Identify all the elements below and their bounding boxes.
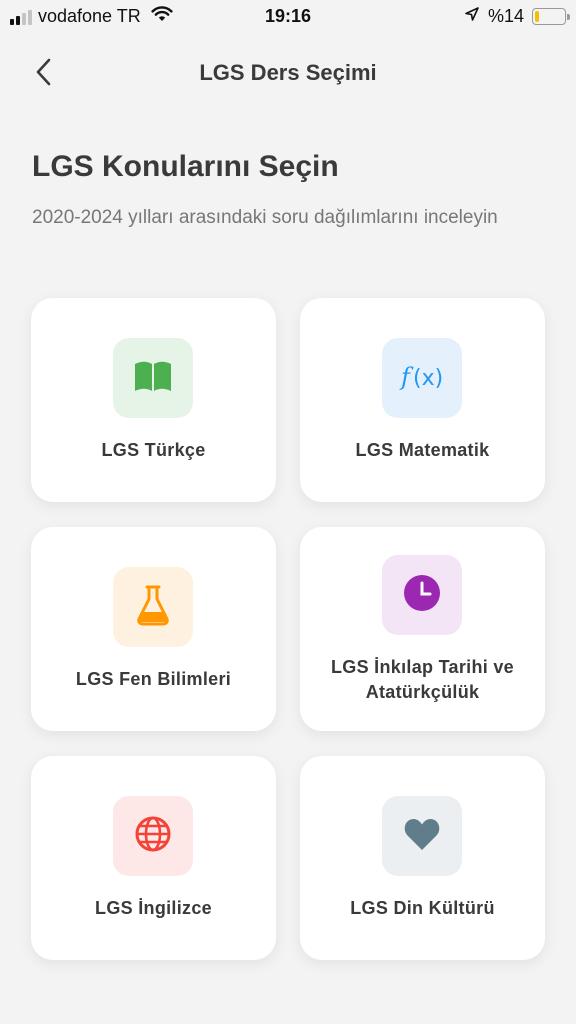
subject-label: LGS İngilizce bbox=[95, 898, 212, 918]
battery-icon bbox=[532, 8, 570, 25]
subject-icon-tile: f (x) bbox=[382, 338, 462, 418]
subject-icon-tile bbox=[113, 796, 193, 876]
flask-icon bbox=[135, 584, 171, 631]
subject-label: LGS Fen Bilimleri bbox=[75, 669, 232, 689]
status-right: %14 bbox=[464, 6, 570, 27]
subject-label: LGS Matematik bbox=[355, 440, 490, 460]
subject-card-din-kulturu[interactable]: LGS Din Kültürü bbox=[300, 756, 545, 960]
subject-card-matematik[interactable]: f (x) LGS Matematik bbox=[300, 298, 545, 502]
svg-text:f: f bbox=[399, 363, 414, 391]
subject-icon-tile bbox=[382, 796, 462, 876]
subject-card-ingilizce[interactable]: LGS İngilizce bbox=[31, 756, 276, 960]
status-bar: vodafone TR 19:16 %14 bbox=[0, 0, 576, 34]
page-title: LGS Konularını Seçin bbox=[32, 150, 339, 183]
page-subtitle: 2020-2024 yılları arasındaki soru dağılı… bbox=[32, 207, 498, 228]
subject-card-fen-bilimleri[interactable]: LGS Fen Bilimleri bbox=[31, 527, 276, 731]
subject-icon-tile bbox=[382, 555, 462, 635]
function-icon: f (x) bbox=[399, 359, 445, 398]
globe-icon bbox=[134, 815, 172, 858]
subject-icon-tile bbox=[113, 338, 193, 418]
subject-grid: LGS Türkçe f (x) LGS Matematik LGS Fen B… bbox=[31, 298, 545, 960]
subject-card-turkce[interactable]: LGS Türkçe bbox=[31, 298, 276, 502]
battery-percent: %14 bbox=[487, 6, 524, 26]
chevron-left-icon bbox=[34, 57, 54, 92]
battery-fill bbox=[535, 11, 539, 22]
subject-icon-tile bbox=[113, 567, 193, 647]
clock-icon bbox=[403, 574, 441, 617]
subject-label: LGS Türkçe bbox=[101, 440, 206, 460]
back-button[interactable] bbox=[26, 56, 62, 92]
book-icon bbox=[133, 359, 173, 398]
location-arrow-icon bbox=[464, 6, 480, 27]
svg-text:(x): (x) bbox=[413, 366, 443, 391]
subject-label: LGS Din Kültürü bbox=[350, 898, 495, 918]
nav-title: LGS Ders Seçimi bbox=[199, 60, 377, 85]
subject-label: LGS İnkılap Tarihi ve Atatürkçülük bbox=[330, 657, 514, 702]
subject-card-inkilap-tarihi[interactable]: LGS İnkılap Tarihi ve Atatürkçülük bbox=[300, 527, 545, 731]
nav-bar: LGS Ders Seçimi bbox=[0, 46, 576, 102]
heart-icon bbox=[403, 817, 441, 856]
